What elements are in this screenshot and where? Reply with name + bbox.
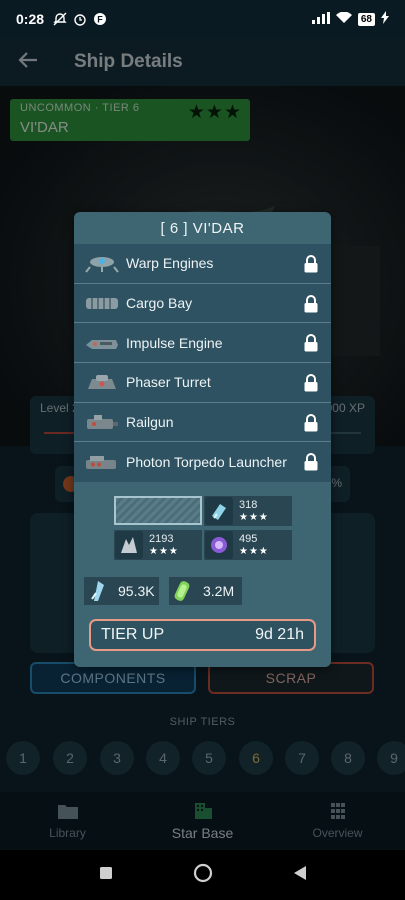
component-row-impulse-engine[interactable]: Impulse Engine [74,323,331,364]
lock-icon [303,453,319,471]
component-row-railgun[interactable]: Railgun [74,403,331,443]
tier-up-label: TIER UP [101,626,165,643]
lock-icon [303,294,319,313]
lock-icon [303,255,319,273]
lock-icon [303,374,319,392]
alarm-icon [73,12,87,26]
modal-title: [ 6 ] VI'DAR [160,219,245,237]
resource-stars: ★★★ [239,512,269,523]
resource-gas: 495 ★★★ [204,530,292,560]
system-nav-bar [0,850,405,900]
charging-icon [381,11,389,27]
crystal-cost-icon [84,577,112,605]
component-row-cargo-bay[interactable]: Cargo Bay [74,284,331,324]
resource-metal: 2193 ★★★ [114,530,202,560]
empty-resource-slot [114,496,202,525]
status-time: 0:28 [16,11,45,27]
cost-value: 95.3K [118,583,155,599]
mute-icon [53,12,67,26]
component-name: Cargo Bay [126,295,193,312]
warp-engines-icon [84,252,120,274]
photon-torpedo-icon [84,451,120,473]
cargo-bay-icon [84,292,120,314]
lock-icon [303,334,319,352]
component-row-warp-engines[interactable]: Warp Engines [74,244,331,284]
cost-parsteel: 3.2M [169,577,242,605]
cost-value: 3.2M [203,583,235,599]
ship-tier-modal: [ 6 ] VI'DAR Warp Engines Cargo Bay Impu… [74,212,331,667]
gas-orb-icon [205,531,233,559]
phaser-turret-icon [84,371,120,393]
resource-value: 495 [239,533,258,545]
metal-shard-icon [115,531,143,559]
tier-up-timer: 9d 21h [255,626,304,643]
back-nav-button[interactable] [293,865,307,886]
component-name: Phaser Turret [126,374,211,391]
resource-stars: ★★★ [239,546,269,557]
resource-value: 2193 [149,533,174,545]
resource-crystal: 318 ★★★ [204,496,292,526]
tier-up-button[interactable]: TIER UP 9d 21h [89,619,316,651]
cost-crystal: 95.3K [84,577,159,605]
status-bar: 0:28 F 68 [0,0,405,38]
component-name: Warp Engines [126,255,214,272]
component-list: Warp Engines Cargo Bay Impulse Engine Ph… [74,244,331,483]
resource-stars: ★★★ [149,546,179,557]
component-name: Impulse Engine [126,334,223,351]
signal-icon [311,11,330,27]
resource-value: 318 [239,499,258,511]
crystal-shard-icon [205,497,233,525]
wifi-icon [335,11,352,27]
component-name: Railgun [126,414,174,431]
lock-icon [303,413,319,432]
parsteel-cost-icon [169,577,197,605]
recents-button[interactable] [99,866,113,885]
home-button[interactable] [193,863,213,888]
svg-text:F: F [97,15,103,25]
component-row-photon-torpedo-launcher[interactable]: Photon Torpedo Launcher [74,442,331,482]
app-notification-icon: F [93,12,107,26]
component-name: Photon Torpedo Launcher [126,454,287,471]
railgun-icon [84,411,120,433]
battery-level: 68 [357,12,375,26]
component-row-phaser-turret[interactable]: Phaser Turret [74,363,331,403]
impulse-engine-icon [84,332,120,354]
